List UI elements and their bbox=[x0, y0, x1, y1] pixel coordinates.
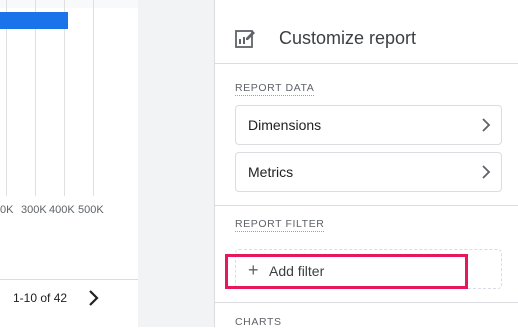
edit-report-icon bbox=[234, 28, 256, 50]
chevron-right-icon bbox=[89, 290, 99, 306]
report-data-heading: REPORT DATA bbox=[235, 82, 315, 96]
gridline bbox=[35, 0, 36, 196]
add-filter-button[interactable]: + Add filter bbox=[225, 254, 468, 289]
gridline bbox=[6, 0, 7, 196]
section-divider bbox=[215, 205, 518, 206]
charts-heading: CHARTS bbox=[235, 316, 282, 328]
panel-header: Customize report bbox=[215, 0, 518, 64]
report-chart-area: 0K 300K 400K 500K 1-10 of 42 bbox=[0, 0, 138, 327]
panel-gutter bbox=[138, 0, 350, 327]
metrics-label: Metrics bbox=[248, 164, 294, 180]
metrics-button[interactable]: Metrics bbox=[235, 152, 502, 192]
dimensions-label: Dimensions bbox=[248, 117, 322, 133]
pagination-range: 1-10 of 42 bbox=[13, 291, 68, 305]
plus-icon: + bbox=[248, 260, 259, 280]
x-tick-label: 300K bbox=[21, 204, 47, 216]
gridline bbox=[93, 0, 94, 196]
chart-bar bbox=[0, 12, 68, 29]
customize-report-panel: Customize report REPORT DATA Dimensions … bbox=[214, 0, 518, 328]
chevron-right-icon bbox=[479, 163, 493, 181]
report-filter-heading: REPORT FILTER bbox=[235, 218, 325, 232]
gridline bbox=[64, 0, 65, 196]
next-page-button[interactable] bbox=[86, 288, 102, 308]
x-tick-label: 500K bbox=[78, 204, 104, 216]
bar-chart: 0K 300K 400K 500K bbox=[0, 0, 138, 230]
add-filter-label: Add filter bbox=[269, 263, 325, 279]
section-divider bbox=[215, 302, 518, 303]
x-tick-label: 400K bbox=[49, 204, 75, 216]
table-divider bbox=[0, 279, 138, 280]
x-tick-label: 0K bbox=[0, 204, 14, 216]
dimensions-button[interactable]: Dimensions bbox=[235, 105, 502, 145]
chevron-right-icon bbox=[479, 116, 493, 134]
panel-title: Customize report bbox=[279, 28, 417, 48]
